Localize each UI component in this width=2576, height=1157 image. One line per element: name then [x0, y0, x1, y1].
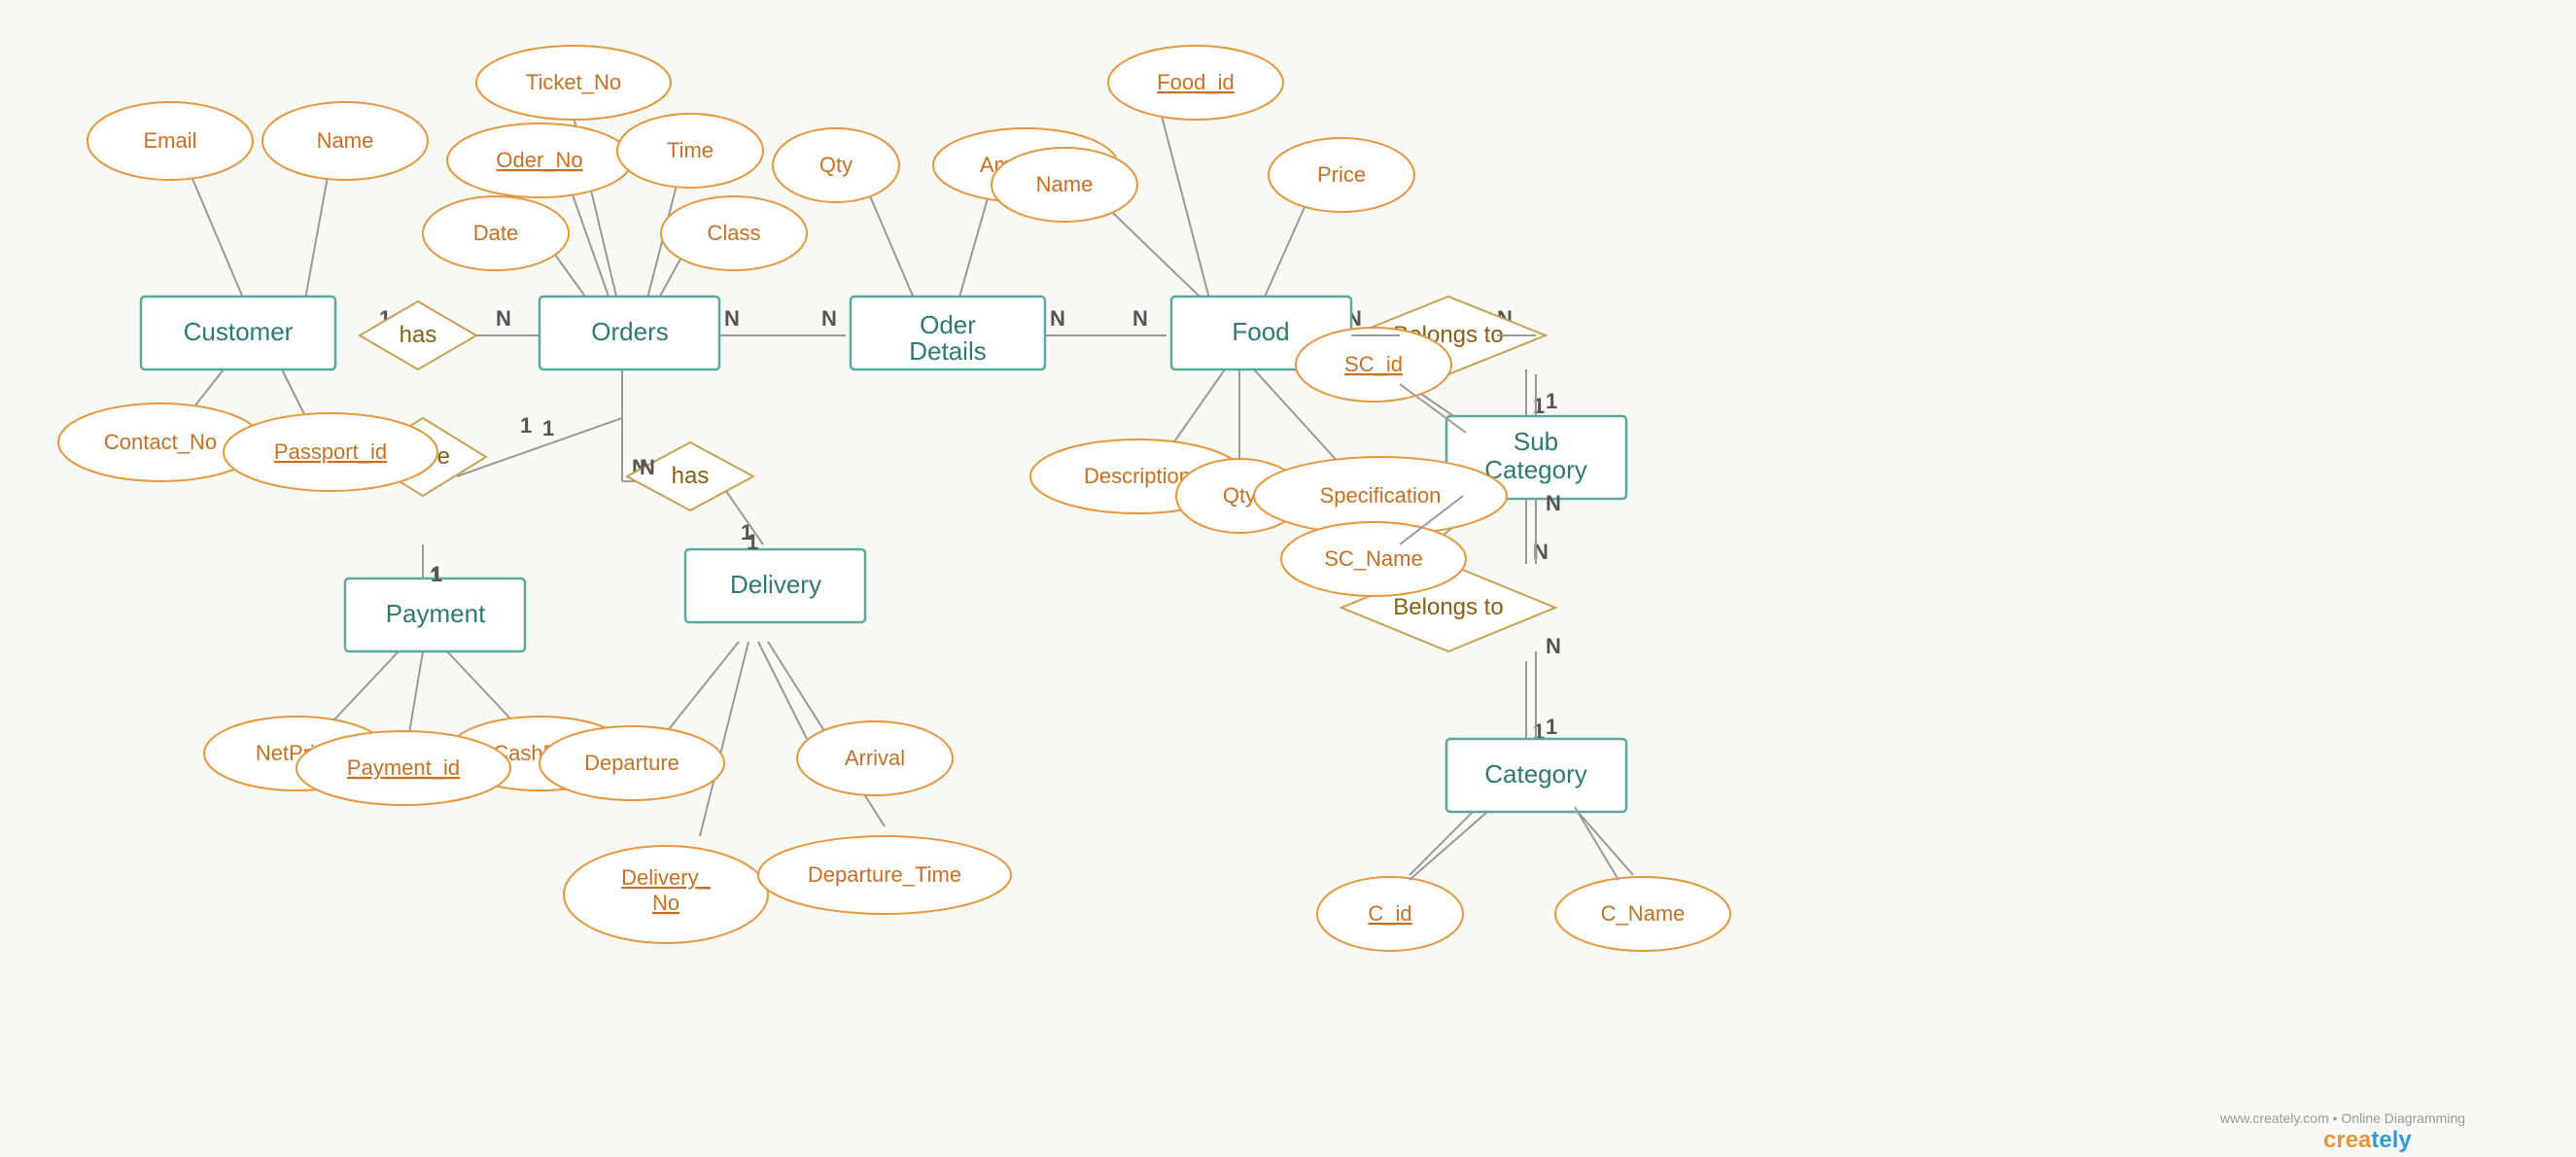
entity-oder-details-label2: Details: [909, 336, 986, 366]
entity-oder-details-label: Oder: [920, 310, 976, 339]
svg-text:N: N: [1050, 306, 1065, 331]
svg-text:N: N: [1132, 306, 1148, 331]
attr-payment-id-label: Payment_id: [347, 755, 460, 780]
rel-belongs2-label: Belongs to: [1393, 594, 1503, 620]
rel-has2-label: has: [672, 463, 710, 489]
svg-text:1: 1: [431, 562, 442, 586]
attr-food-name-label: Name: [1036, 172, 1094, 196]
svg-text:N: N: [1546, 634, 1561, 658]
attr-customer-passport-label: Passport_id: [274, 439, 387, 464]
attr-orders-oder-no-label: Oder_No: [496, 148, 582, 172]
svg-text:1: 1: [1546, 715, 1557, 739]
attr-delivery-departure-label: Departure: [584, 751, 679, 775]
brand-logo: creately: [2323, 1127, 2412, 1153]
attr-cat-id-label: C_id: [1368, 901, 1411, 926]
attr-food-specification-label: Specification: [1320, 483, 1442, 508]
svg-text:N: N: [640, 455, 655, 479]
attr-customer-name-label: Name: [317, 128, 374, 153]
svg-text:1: 1: [1546, 389, 1557, 413]
attr-delivery-arrival-label: Arrival: [845, 746, 905, 770]
entity-sub-category-label1: Sub: [1514, 427, 1558, 456]
attr-food-price-label: Price: [1317, 162, 1366, 187]
attr-orders-class-label: Class: [707, 221, 760, 245]
attr-orders-date-label: Date: [473, 221, 518, 245]
rel-has1-label: has: [400, 322, 437, 348]
entity-delivery-label: Delivery: [730, 570, 821, 599]
attr-cat-name-label: C_Name: [1601, 901, 1686, 926]
svg-text:1: 1: [747, 530, 758, 554]
attr-delivery-no-label1: Delivery_: [621, 865, 711, 890]
attr-oder-qty-label: Qty: [819, 153, 853, 177]
attr-delivery-no-label2: No: [652, 891, 679, 915]
svg-text:1: 1: [542, 416, 554, 440]
attr-food-description-label: Description: [1084, 464, 1191, 488]
entity-food-label: Food: [1232, 317, 1289, 346]
entity-payment-label: Payment: [386, 599, 486, 628]
svg-text:N: N: [496, 306, 511, 331]
attr-subcat-name-label: SC_Name: [1324, 546, 1422, 571]
attr-subcat-id-label: SC_id: [1344, 352, 1403, 376]
watermark-text: www.creately.com • Online Diagramming: [2219, 1110, 2465, 1126]
attr-customer-email-label: Email: [143, 128, 196, 153]
svg-text:N: N: [724, 306, 740, 331]
entity-customer-label: Customer: [184, 317, 294, 346]
svg-text:N: N: [1546, 491, 1561, 515]
attr-food-id-label: Food_id: [1157, 70, 1235, 94]
attr-customer-contact-label: Contact_No: [104, 430, 217, 454]
attr-food-qty-label: Qty: [1223, 483, 1256, 508]
attr-orders-ticket-label: Ticket_No: [526, 70, 621, 94]
svg-text:1: 1: [1533, 394, 1545, 418]
svg-text:1: 1: [520, 413, 532, 438]
entity-orders-label: Orders: [591, 317, 668, 346]
er-diagram: 1 N N N N N N N 1 N 1 1: [0, 0, 2576, 1157]
entity-sub-category-label2: Category: [1484, 455, 1587, 484]
svg-text:N: N: [821, 306, 837, 331]
attr-orders-time-label: Time: [667, 138, 714, 162]
entity-category-label: Category: [1484, 759, 1587, 789]
attr-delivery-departure-time-label: Departure_Time: [808, 862, 961, 887]
